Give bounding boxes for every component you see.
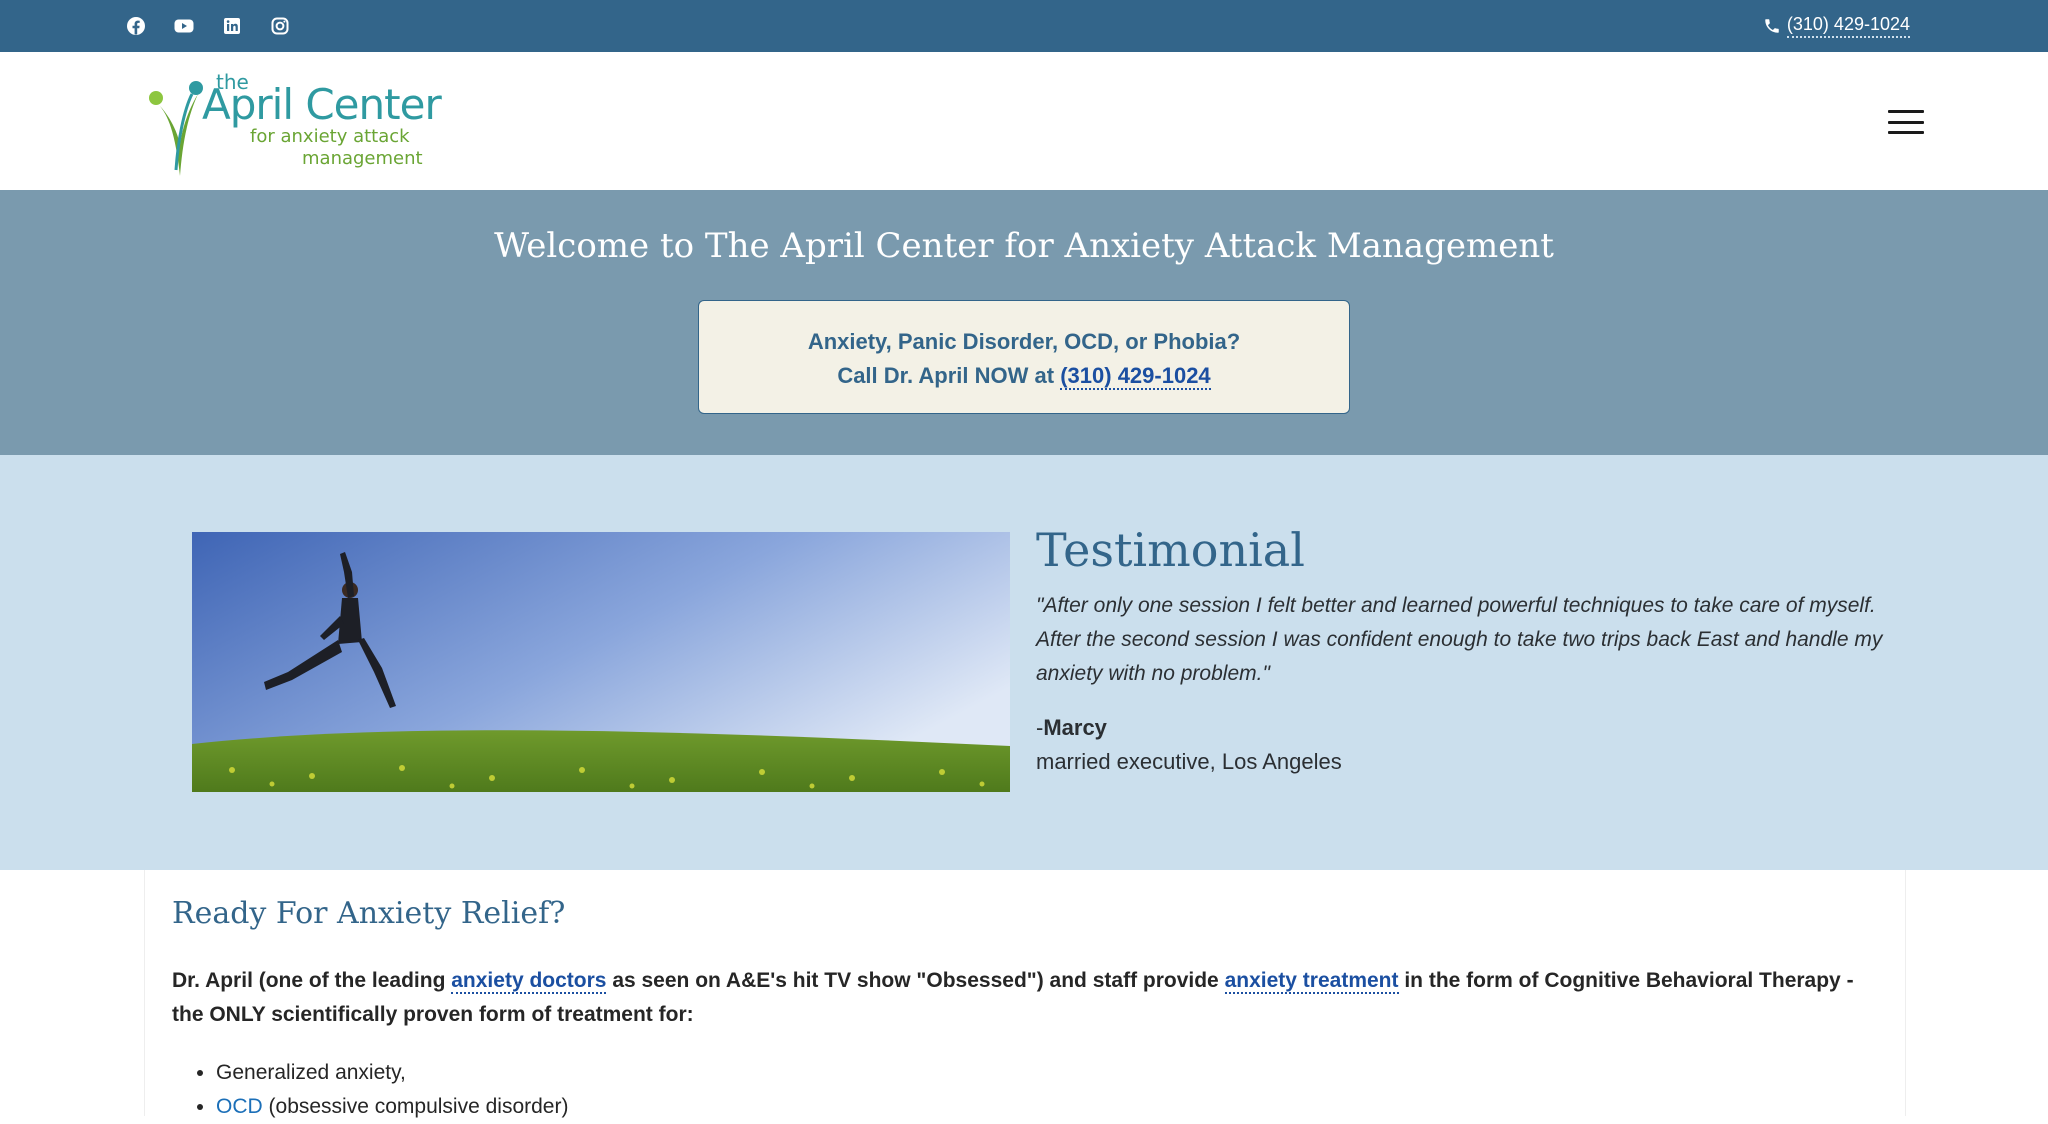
hamburger-line [1888, 131, 1924, 134]
testimonial-author: -Marcy married executive, Los Angeles [1036, 711, 1342, 779]
hamburger-line [1888, 110, 1924, 113]
logo-brand: April Center [202, 80, 442, 129]
facebook-icon[interactable] [124, 14, 148, 38]
site-header: the April Center for anxiety attack mana… [0, 52, 2048, 190]
top-phone-link[interactable]: (310) 429-1024 [1786, 14, 1910, 38]
list-item: OCD (obsessive compulsive disorder) [216, 1090, 568, 1124]
intro-text-2: as seen on A&E's hit TV show "Obsessed")… [612, 969, 1219, 992]
logo-tagline-2: management [302, 148, 423, 169]
call-line-2-prefix: Call Dr. April NOW at [837, 363, 1055, 388]
list-item-text: Generalized anxiety, [216, 1061, 406, 1084]
call-box: Anxiety, Panic Disorder, OCD, or Phobia?… [698, 300, 1350, 414]
call-line-2: Call Dr. April NOW at (310) 429-1024 [699, 359, 1349, 393]
site-logo[interactable]: the April Center for anxiety attack mana… [146, 70, 446, 178]
jumping-man-photo [192, 532, 1010, 792]
content-intro: Dr. April (one of the leading anxiety do… [172, 964, 1882, 1032]
main-content: Ready For Anxiety Relief? Dr. April (one… [144, 870, 1906, 1118]
phone-icon [1765, 19, 1779, 33]
linkedin-icon[interactable] [220, 14, 244, 38]
call-line-1: Anxiety, Panic Disorder, OCD, or Phobia? [807, 329, 1241, 354]
social-links [124, 14, 292, 38]
hamburger-menu-icon[interactable] [1888, 110, 1924, 134]
testimonial-quote: "After only one session I felt better an… [1036, 594, 1883, 685]
content-heading: Ready For Anxiety Relief? [172, 896, 566, 931]
list-item-text: (obsessive compulsive disorder) [268, 1095, 569, 1118]
hamburger-line [1888, 120, 1924, 124]
welcome-title: Welcome to The April Center for Anxiety … [494, 226, 1554, 266]
anxiety-doctors-link[interactable]: anxiety doctors [451, 969, 607, 994]
anxiety-treatment-link[interactable]: anxiety treatment [1224, 969, 1399, 994]
welcome-band: Welcome to The April Center for Anxiety … [0, 190, 2048, 455]
testimonial-heading: Testimonial [1036, 523, 1305, 577]
call-phone-link[interactable]: (310) 429-1024 [1060, 363, 1211, 390]
instagram-icon[interactable] [268, 14, 292, 38]
top-phone: (310) 429-1024 [1763, 14, 1910, 38]
author-title: married executive, Los Angeles [1036, 749, 1342, 774]
logo-tagline-1: for anxiety attack [250, 126, 410, 147]
list-item: Generalized anxiety, [216, 1056, 568, 1090]
intro-text-1: Dr. April (one of the leading [172, 969, 446, 992]
conditions-list: Generalized anxiety, OCD (obsessive comp… [216, 1056, 568, 1124]
author-name: Marcy [1043, 715, 1107, 740]
ocd-link[interactable]: OCD [216, 1095, 263, 1118]
youtube-icon[interactable] [172, 14, 196, 38]
top-bar: (310) 429-1024 [0, 0, 2048, 52]
testimonial-section: Testimonial "After only one session I fe… [0, 455, 2048, 870]
